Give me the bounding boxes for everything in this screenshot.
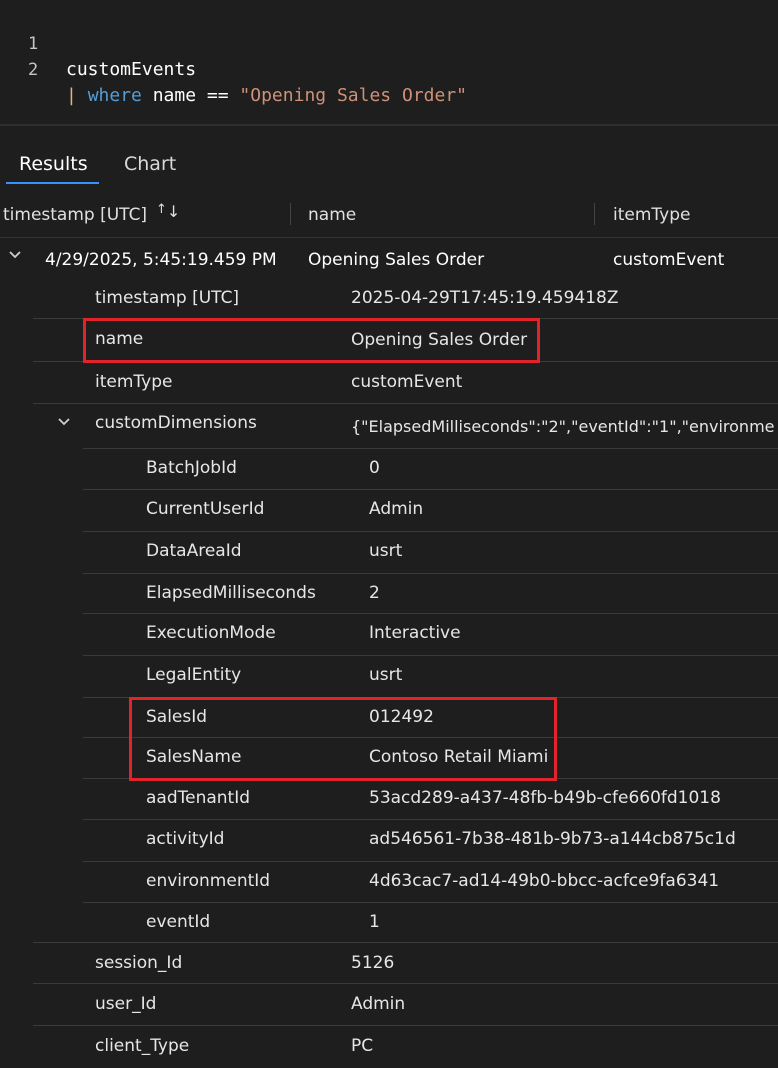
detail-key: client_Type [95, 1036, 190, 1056]
dimension-key: ElapsedMilliseconds [146, 583, 316, 603]
pipe-operator: | [66, 85, 77, 106]
dimension-value[interactable]: usrt [369, 538, 402, 564]
row-divider [83, 448, 778, 449]
dimension-value[interactable]: 0 [369, 455, 380, 481]
row-timestamp[interactable]: 4/29/2025, 5:45:19.459 PM [45, 247, 277, 273]
line-number: 2 [28, 60, 39, 80]
detail-key: itemType [95, 372, 173, 392]
dimension-key: activityId [146, 829, 225, 849]
row-divider [83, 902, 778, 903]
row-divider [33, 942, 778, 943]
row-divider [83, 861, 778, 862]
column-header-timestamp[interactable]: timestamp [UTC] [3, 201, 147, 229]
dimension-key: eventId [146, 912, 211, 932]
query-editor[interactable]: 1 customEvents 2 | where name == "Openin… [0, 0, 778, 124]
chevron-down-icon[interactable] [57, 415, 71, 433]
detail-value[interactable]: PC [351, 1033, 373, 1059]
where-keyword: where [87, 85, 142, 106]
header-divider [0, 237, 778, 238]
detail-value[interactable]: Admin [351, 991, 405, 1017]
dimension-key: ExecutionMode [146, 623, 276, 643]
column-header-itemtype[interactable]: itemType [613, 201, 690, 229]
code-text[interactable]: | where name == "Opening Sales Order" [66, 83, 467, 109]
highlight-box-name [83, 318, 540, 363]
code-line-2[interactable]: 2 | where name == "Opening Sales Order" [0, 31, 467, 106]
row-divider [33, 983, 778, 984]
editor-divider[interactable] [0, 124, 778, 126]
row-divider [33, 403, 778, 404]
detail-key[interactable]: customDimensions [95, 410, 257, 436]
column-header-name[interactable]: name [308, 201, 356, 229]
row-itemtype[interactable]: customEvent [613, 247, 724, 273]
field-expression: name == [141, 85, 240, 106]
detail-value[interactable]: 5126 [351, 950, 394, 976]
tab-results[interactable]: Results [19, 150, 88, 180]
row-divider [33, 1025, 778, 1026]
row-name[interactable]: Opening Sales Order [308, 247, 484, 273]
detail-value[interactable]: customEvent [351, 369, 462, 395]
detail-value[interactable]: 2025-04-29T17:45:19.459418Z [351, 285, 618, 311]
row-divider [83, 819, 778, 820]
dimension-value[interactable]: Interactive [369, 620, 461, 646]
tab-chart[interactable]: Chart [124, 150, 176, 180]
dimension-key: BatchJobId [146, 458, 237, 478]
dimension-value[interactable]: ad546561-7b38-481b-9b73-a144cb875c1d [369, 826, 736, 852]
dimension-key: LegalEntity [146, 665, 242, 685]
dimension-value[interactable]: 1 [369, 909, 380, 935]
dimension-key: CurrentUserId [146, 499, 265, 519]
row-divider [83, 655, 778, 656]
dimension-value[interactable]: Admin [369, 496, 423, 522]
dimension-value[interactable]: 4d63cac7-ad14-49b0-bbcc-acfce9fa6341 [369, 868, 719, 894]
dimension-value[interactable]: usrt [369, 662, 402, 688]
dimension-key: DataAreaId [146, 541, 242, 561]
detail-value[interactable]: {"ElapsedMilliseconds":"2","eventId":"1"… [351, 414, 775, 440]
row-divider [83, 613, 778, 614]
row-divider [83, 489, 778, 490]
dimension-value[interactable]: 2 [369, 580, 380, 606]
column-separator[interactable] [594, 203, 595, 225]
active-tab-indicator [6, 182, 99, 184]
row-divider [83, 573, 778, 574]
dimension-key: aadTenantId [146, 788, 251, 808]
dimension-key: environmentId [146, 871, 271, 891]
row-divider [83, 531, 778, 532]
highlight-box-sales [129, 697, 557, 781]
column-separator[interactable] [290, 203, 291, 225]
code-text[interactable]: customEvents [66, 57, 196, 83]
detail-key: user_Id [95, 994, 157, 1014]
chevron-down-icon[interactable] [8, 248, 22, 266]
dimension-value[interactable]: 53acd289-a437-48fb-b49b-cfe660fd1018 [369, 785, 721, 811]
string-literal: "Opening Sales Order" [239, 85, 467, 106]
detail-key: timestamp [UTC] [95, 288, 240, 308]
sort-arrows-icon[interactable]: ↑↓ [156, 202, 180, 221]
code-line-1[interactable]: 1 customEvents [0, 5, 196, 80]
detail-key: session_Id [95, 953, 183, 973]
